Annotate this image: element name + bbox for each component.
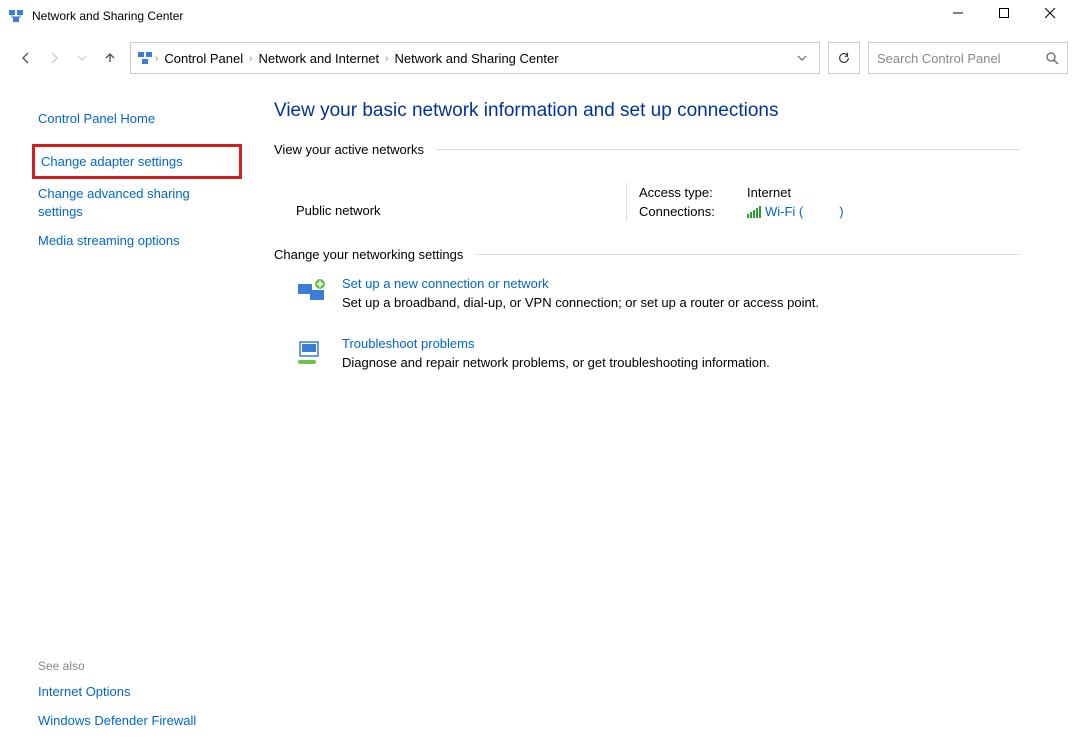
up-button[interactable] xyxy=(96,44,124,72)
sidebar: Control Panel Home Change adapter settin… xyxy=(0,84,248,748)
network-center-icon xyxy=(8,8,24,24)
active-network-block: Public network Access type: Internet Con… xyxy=(274,165,1020,247)
sidebar-change-advanced[interactable]: Change advanced sharing settings xyxy=(38,179,236,226)
sidebar-internet-options[interactable]: Internet Options xyxy=(38,677,236,707)
search-placeholder: Search Control Panel xyxy=(877,51,1045,66)
navbar: › Control Panel › Network and Internet ›… xyxy=(0,38,1080,78)
search-input[interactable]: Search Control Panel xyxy=(868,42,1068,74)
close-button[interactable] xyxy=(1034,0,1080,32)
maximize-button[interactable] xyxy=(988,0,1034,32)
titlebar: Network and Sharing Center xyxy=(0,0,1080,32)
window-controls xyxy=(942,0,1080,32)
new-connection-icon xyxy=(296,276,328,308)
chevron-right-icon: › xyxy=(385,53,388,64)
forward-button[interactable] xyxy=(40,44,68,72)
recent-dropdown[interactable] xyxy=(68,44,96,72)
address-bar[interactable]: › Control Panel › Network and Internet ›… xyxy=(130,42,820,74)
connections-label: Connections: xyxy=(639,204,729,219)
page-title: View your basic network information and … xyxy=(274,100,1020,122)
breadcrumb-network-internet[interactable]: Network and Internet xyxy=(254,49,383,68)
setup-connection-item: Set up a new connection or network Set u… xyxy=(274,270,1020,330)
network-center-icon xyxy=(137,50,153,66)
setup-connection-desc: Set up a broadband, dial-up, or VPN conn… xyxy=(342,295,819,310)
wifi-signal-icon xyxy=(747,206,761,218)
troubleshoot-icon xyxy=(296,336,328,368)
minimize-button[interactable] xyxy=(942,0,988,32)
refresh-button[interactable] xyxy=(828,42,860,74)
troubleshoot-item: Troubleshoot problems Diagnose and repai… xyxy=(274,330,1020,390)
see-also-label: See also xyxy=(38,651,236,677)
section-active-networks: View your active networks xyxy=(274,142,1020,157)
access-type-label: Access type: xyxy=(639,185,729,200)
setup-connection-link[interactable]: Set up a new connection or network xyxy=(342,276,819,291)
chevron-down-icon[interactable] xyxy=(791,51,813,66)
search-icon xyxy=(1045,51,1059,65)
sidebar-control-panel-home[interactable]: Control Panel Home xyxy=(38,104,236,134)
chevron-right-icon: › xyxy=(155,53,158,64)
section-change-settings: Change your networking settings xyxy=(274,247,1020,262)
sidebar-change-adapter[interactable]: Change adapter settings xyxy=(32,144,242,180)
troubleshoot-link[interactable]: Troubleshoot problems xyxy=(342,336,770,351)
sidebar-firewall[interactable]: Windows Defender Firewall xyxy=(38,706,236,736)
window-title: Network and Sharing Center xyxy=(32,9,183,23)
sidebar-media-streaming[interactable]: Media streaming options xyxy=(38,226,236,256)
breadcrumb-control-panel[interactable]: Control Panel xyxy=(160,49,247,68)
back-button[interactable] xyxy=(12,44,40,72)
main-content: View your basic network information and … xyxy=(248,84,1080,748)
network-category: Public network xyxy=(296,203,626,218)
chevron-right-icon: › xyxy=(249,53,252,64)
troubleshoot-desc: Diagnose and repair network problems, or… xyxy=(342,355,770,370)
breadcrumb-network-sharing[interactable]: Network and Sharing Center xyxy=(391,49,563,68)
wifi-connection-link[interactable]: Wi-Fi ( ) xyxy=(747,204,844,219)
access-type-value: Internet xyxy=(747,185,791,200)
